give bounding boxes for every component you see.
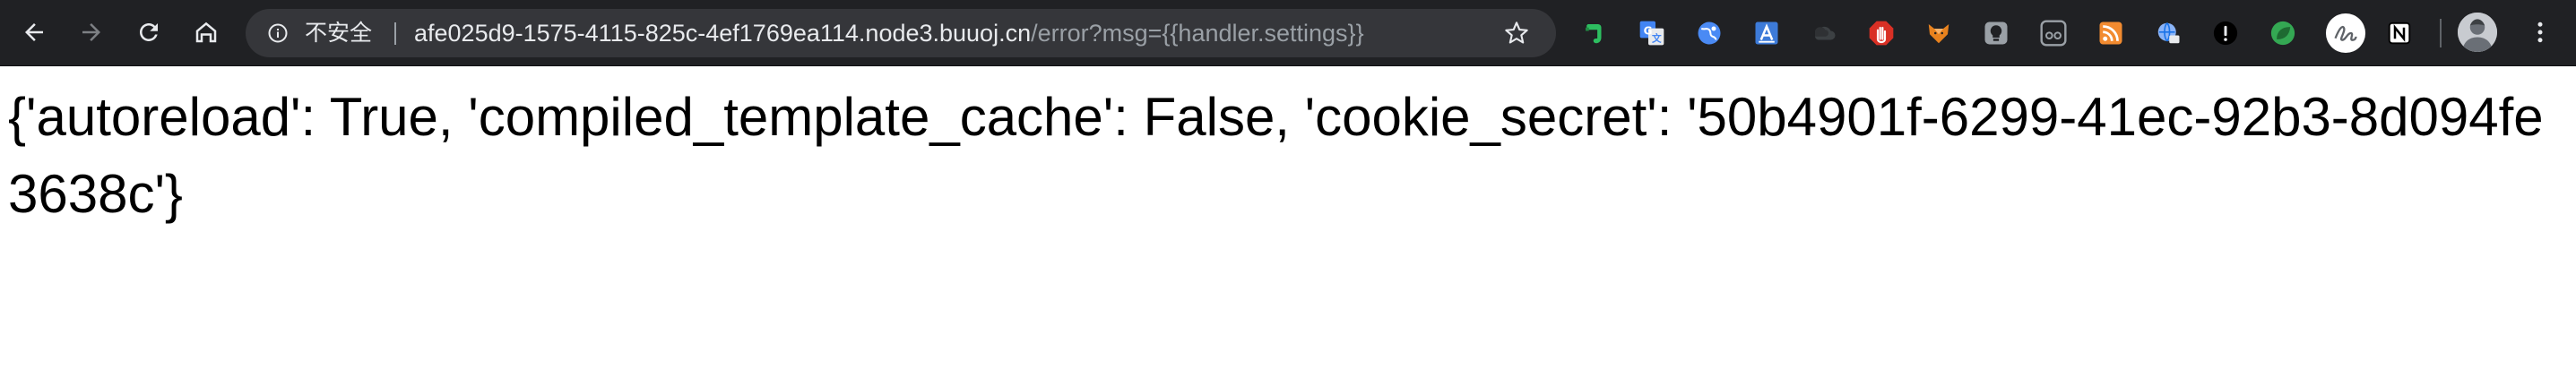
font-extension[interactable] [1751, 18, 1782, 48]
globe-icon [1698, 21, 1721, 45]
signature-icon [2325, 13, 2366, 54]
notion-extension[interactable] [2384, 18, 2415, 48]
url-text[interactable]: afe025d9-1575-4115-825c-4ef1769ea114.nod… [414, 20, 1364, 47]
exclamation-extension[interactable] [2210, 18, 2241, 48]
glasses-extension[interactable] [2038, 18, 2069, 48]
omnibox-divider [394, 22, 396, 45]
page-body-text: {'autoreload': True, 'compiled_template_… [8, 87, 2544, 224]
rss-icon [2099, 21, 2122, 45]
leaf-icon [2270, 21, 2295, 46]
globe-extension[interactable] [1694, 18, 1725, 48]
leaf-extension[interactable] [2268, 18, 2298, 48]
browser-toolbar: 不安全 afe025d9-1575-4115-825c-4ef1769ea114… [0, 0, 2576, 65]
network-globe-extension[interactable] [2153, 18, 2183, 48]
lightbulb-icon [1984, 21, 2008, 45]
extensions-divider [2440, 19, 2442, 47]
cloud-icon [1814, 26, 1836, 40]
rss-extension[interactable] [2096, 18, 2126, 48]
signature-extension[interactable] [2325, 13, 2366, 54]
reload-icon [140, 23, 158, 41]
back-button[interactable] [14, 13, 54, 52]
svg-text:文: 文 [1651, 32, 1662, 44]
google-translate-icon: G 文 [1639, 21, 1664, 46]
profile-icon [2458, 13, 2497, 52]
stop-hand-icon [1869, 21, 1894, 46]
reload-button[interactable] [129, 13, 169, 52]
home-icon [195, 21, 217, 43]
browser-menu-button[interactable] [2520, 13, 2560, 52]
security-status-label[interactable]: 不安全 [305, 20, 372, 47]
fox-icon [1928, 24, 1949, 44]
info-icon[interactable] [267, 22, 289, 44]
address-bar[interactable]: 不安全 afe025d9-1575-4115-825c-4ef1769ea114… [246, 9, 1556, 57]
forward-button[interactable] [72, 13, 111, 52]
avatar[interactable] [2458, 13, 2497, 52]
arrow-left-icon [25, 23, 43, 41]
font-a-icon [1755, 21, 1778, 45]
url-host: afe025d9-1575-4115-825c-4ef1769ea114.nod… [414, 20, 1032, 47]
network-globe-icon [2157, 22, 2180, 44]
url-path: /error?msg={{handler.settings}} [1031, 20, 1364, 47]
home-button[interactable] [186, 13, 226, 52]
exclamation-icon [2213, 21, 2238, 46]
google-translate-extension[interactable]: G 文 [1637, 18, 1667, 48]
toolbar-border [0, 65, 2576, 66]
evernote-extension[interactable] [1579, 18, 1610, 48]
star-icon[interactable] [1504, 21, 1529, 46]
arrow-right-icon [82, 23, 100, 41]
notion-icon [2388, 21, 2411, 45]
cloud-extension[interactable] [1809, 18, 1839, 48]
glasses-icon [2040, 20, 2067, 47]
more-vert-icon [2537, 21, 2543, 43]
fox-extension[interactable] [1923, 18, 1954, 48]
evernote-icon [1586, 24, 1602, 44]
lightbulb-extension[interactable] [1981, 18, 2011, 48]
stop-extension[interactable] [1866, 18, 1897, 48]
